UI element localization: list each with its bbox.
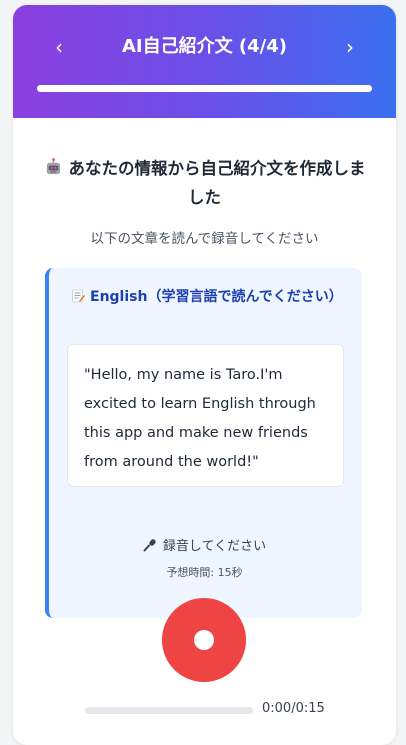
- robot-icon: [44, 157, 63, 176]
- step-progress-fill: [37, 85, 372, 92]
- headline: あなたの情報から自己紹介文を作成しました: [41, 154, 368, 212]
- microphone-icon: [143, 538, 157, 552]
- record-dot-icon: [194, 630, 214, 650]
- record-button[interactable]: [162, 598, 246, 682]
- main-card: ‹ AI自己紹介文 (4/4) › あなたの情報から自己紹介文を作成しました 以…: [13, 5, 396, 745]
- sample-text: "Hello, my name is Taro.I'm excited to l…: [67, 344, 344, 487]
- headline-text: あなたの情報から自己紹介文を作成しました: [68, 159, 366, 207]
- language-label-text: English（学習言語で読んでください）: [90, 289, 343, 305]
- playback-time: 0:00/0:15: [262, 701, 325, 716]
- playback-progress-bar[interactable]: [85, 707, 253, 714]
- record-prompt: 録音してください: [13, 535, 396, 554]
- next-button[interactable]: ›: [338, 35, 362, 59]
- record-prompt-text: 録音してください: [162, 539, 267, 554]
- header: ‹ AI自己紹介文 (4/4) ›: [13, 5, 396, 118]
- step-progress-bar: [37, 85, 372, 92]
- language-label: English（学習言語で読んでください）: [71, 285, 346, 309]
- subtitle: 以下の文章を読んで録音してください: [90, 231, 319, 247]
- estimated-time: 予想時間: 15秒: [166, 566, 243, 579]
- memo-icon: [71, 287, 85, 303]
